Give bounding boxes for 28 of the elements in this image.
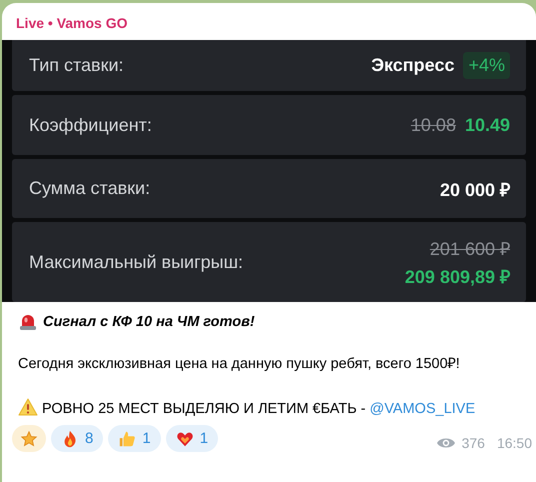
- reaction-button[interactable]: 8: [51, 425, 104, 452]
- siren-icon: [18, 312, 38, 332]
- views-icon: [436, 436, 456, 450]
- old-value: 10.08: [410, 114, 456, 136]
- message-time: 16:50: [496, 434, 532, 450]
- message-text: Сегодня эксклюзивная цена на данную пушку ребят, всего 1500₽!: [18, 355, 461, 374]
- row-value: 10.49: [464, 114, 510, 136]
- reaction-button[interactable]: [12, 425, 46, 452]
- reaction-button[interactable]: 1: [166, 425, 218, 452]
- burning-heart-icon: [176, 430, 194, 448]
- row-label: Сумма ставки:: [29, 178, 150, 199]
- reaction-button[interactable]: 1: [108, 425, 161, 452]
- row-value: 20 000 ₽: [440, 178, 510, 200]
- row-label: Тип ставки:: [29, 55, 124, 76]
- thumbs-up-icon: [118, 430, 136, 448]
- headline-text: Сигнал с КФ 10 на ЧМ готов!: [43, 314, 255, 330]
- channel-link[interactable]: @VAMOS_LIVE: [370, 401, 476, 417]
- row-label: Коэффициент:: [29, 114, 152, 136]
- old-value: 201 600 ₽: [430, 238, 510, 260]
- view-count: 376: [462, 434, 485, 450]
- row-label: Максимальный выигрыш:: [29, 252, 244, 272]
- warning-icon: [18, 397, 38, 417]
- star-icon: [20, 430, 38, 448]
- row-value: Экспресс: [371, 55, 454, 76]
- channel-name[interactable]: Live • Vamos GO: [2, 3, 536, 40]
- warning-text: РОВНО 25 МЕСТ ВЫДЕЛЯЮ И ЛЕТИМ €БАТЬ - @VAMOS_LIVE: [18, 397, 522, 417]
- bonus-badge: +4%: [463, 52, 510, 79]
- row-value: 209 809,89 ₽: [404, 266, 510, 288]
